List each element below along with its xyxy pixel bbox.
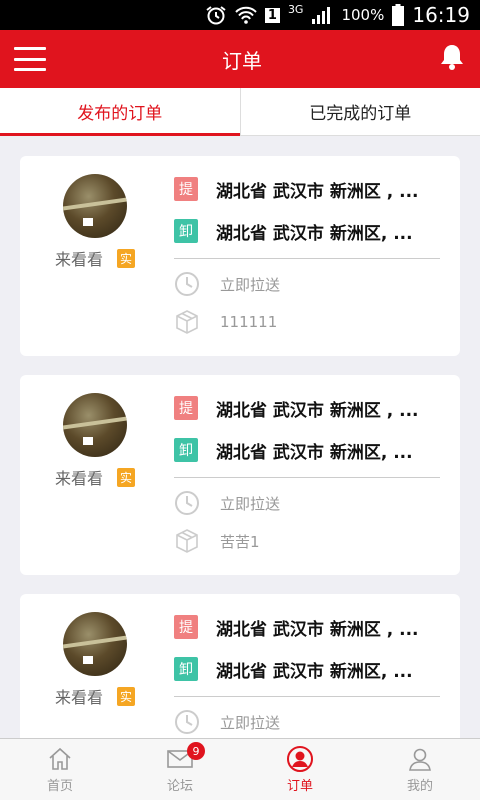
- clock-icon: [174, 709, 200, 735]
- divider: [174, 477, 440, 478]
- nav-orders-label: 订单: [286, 779, 313, 794]
- page-title: 订单: [222, 48, 262, 73]
- user-name: 来看看: [54, 250, 103, 269]
- pickup-tag: 提: [174, 177, 198, 201]
- order-icon: [286, 745, 314, 773]
- divider: [174, 258, 440, 259]
- user-name: 来看看: [54, 469, 103, 488]
- avatar: [63, 612, 127, 676]
- package-icon: [174, 528, 200, 554]
- divider: [174, 696, 440, 697]
- cargo-name: 苦苦1: [220, 532, 260, 551]
- menu-icon[interactable]: [14, 47, 46, 71]
- order-list: 来看看 实 提 湖北省 武汉市 新洲区 , ... 卸 湖北省 武汉市 新洲区,…: [0, 136, 480, 794]
- nav-mine[interactable]: 我的: [360, 739, 480, 800]
- bottom-nav: 首页 9 论坛 订单 我的: [0, 738, 480, 800]
- unload-address: 湖北省 武汉市 新洲区, ...: [216, 442, 413, 463]
- wifi-icon: [235, 5, 257, 25]
- unload-address: 湖北省 武汉市 新洲区, ...: [216, 223, 413, 244]
- signal-icon: [311, 5, 333, 25]
- tab-published-orders[interactable]: 发布的订单: [0, 88, 240, 136]
- pickup-tag: 提: [174, 615, 198, 639]
- battery-icon: [392, 4, 405, 26]
- pickup-tag: 提: [174, 396, 198, 420]
- clock-icon: [174, 490, 200, 516]
- cargo-name: 111111: [220, 313, 278, 331]
- bell-icon[interactable]: [438, 42, 466, 76]
- status-bar: 1 3G 100% 16:19: [0, 0, 480, 30]
- alarm-icon: [205, 5, 227, 25]
- avatar: [63, 174, 127, 238]
- avatar: [63, 393, 127, 457]
- pickup-address: 湖北省 武汉市 新洲区 , ...: [216, 400, 419, 421]
- unload-tag: 卸: [174, 657, 198, 681]
- verified-badge: 实: [117, 467, 136, 487]
- verified-badge: 实: [117, 248, 136, 268]
- app-bar: 订单: [0, 30, 480, 88]
- order-card[interactable]: 来看看 实 提 湖北省 武汉市 新洲区 , ... 卸 湖北省 武汉市 新洲区,…: [20, 375, 460, 575]
- nav-home-label: 首页: [46, 779, 73, 794]
- network-type: 3G: [287, 3, 304, 16]
- tab-completed-orders[interactable]: 已完成的订单: [239, 88, 480, 135]
- delivery-time: 立即拉送: [220, 494, 281, 513]
- unload-address: 湖北省 武汉市 新洲区, ...: [216, 661, 413, 682]
- verified-badge: 实: [117, 686, 136, 706]
- user-name: 来看看: [54, 688, 103, 707]
- pickup-address: 湖北省 武汉市 新洲区 , ...: [216, 181, 419, 202]
- nav-orders[interactable]: 订单: [240, 739, 360, 800]
- delivery-time: 立即拉送: [220, 713, 281, 732]
- package-icon: [174, 309, 200, 335]
- clock: 16:19: [412, 3, 470, 27]
- pickup-address: 湖北省 武汉市 新洲区 , ...: [216, 619, 419, 640]
- nav-forum[interactable]: 9 论坛: [120, 739, 240, 800]
- delivery-time: 立即拉送: [220, 275, 281, 294]
- order-tabs: 发布的订单 已完成的订单: [0, 88, 480, 136]
- clock-icon: [174, 271, 200, 297]
- sim-icon: 1: [264, 7, 280, 23]
- unload-tag: 卸: [174, 438, 198, 462]
- order-card[interactable]: 来看看 实 提 湖北省 武汉市 新洲区 , ... 卸 湖北省 武汉市 新洲区,…: [20, 156, 460, 356]
- home-icon: [47, 745, 73, 773]
- profile-icon: [407, 745, 433, 773]
- unload-tag: 卸: [174, 219, 198, 243]
- notification-badge: 9: [187, 742, 205, 760]
- nav-forum-label: 论坛: [166, 779, 193, 794]
- nav-mine-label: 我的: [406, 779, 433, 794]
- battery-percent: 100%: [341, 6, 385, 24]
- nav-home[interactable]: 首页: [0, 739, 120, 800]
